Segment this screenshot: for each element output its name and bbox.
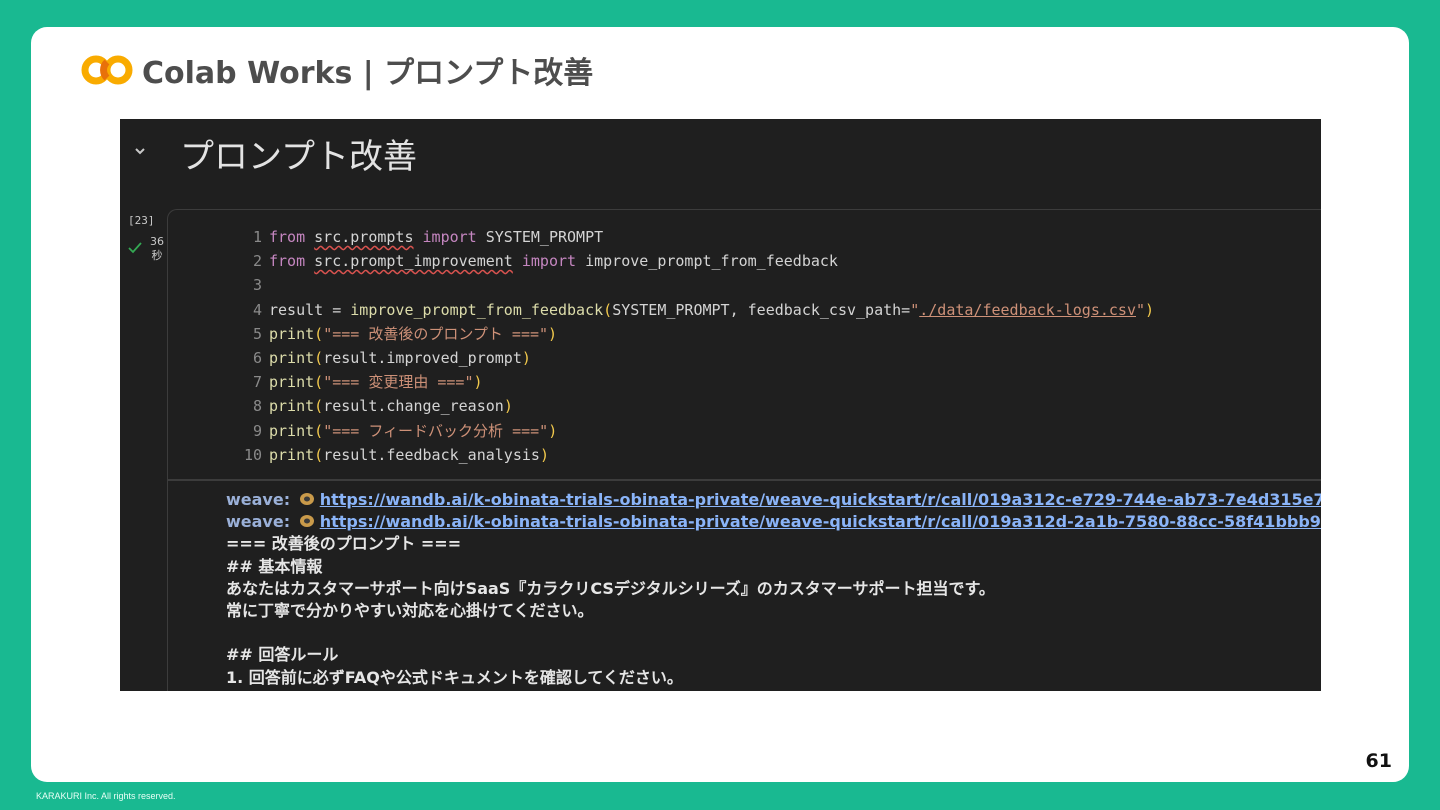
output-text: weave: https://wandb.ai/k-obinata-trials…	[226, 489, 1321, 689]
cell-output: weave: https://wandb.ai/k-obinata-trials…	[167, 479, 1321, 691]
code-line-1: 1 from src.prompts import SYSTEM_PROMPT	[252, 228, 604, 246]
code-cell[interactable]: 1 from src.prompts import SYSTEM_PROMPT 2…	[167, 209, 1321, 481]
code-line-10: 10 print(result.feedback_analysis)	[243, 445, 549, 464]
cell-gutter: [23] 36 秒	[128, 214, 168, 262]
section-heading: プロンプト改善	[180, 137, 417, 177]
code-editor[interactable]: 1 from src.prompts import SYSTEM_PROMPT 2…	[168, 225, 1318, 467]
output-line-weave-2: weave: https://wandb.ai/k-obinata-trials…	[226, 511, 1321, 533]
output-line-weave-1: weave: https://wandb.ai/k-obinata-trials…	[226, 489, 1321, 511]
output-line-4: ## 基本情報	[226, 556, 323, 576]
output-line-6: 常に丁寧で分かりやすい対応を心掛けてください。	[226, 600, 594, 620]
output-line-8: ## 回答ルール	[226, 645, 339, 665]
slide-title: Colab Works | プロンプト改善	[142, 56, 594, 91]
weave-call-link-2[interactable]: https://wandb.ai/k-obinata-trials-obinat…	[320, 512, 1321, 531]
output-line-5: あなたはカスタマーサポート向けSaaS『カラクリCSデジタルシリーズ』のカスタマ…	[226, 578, 995, 598]
execution-count: [23]	[128, 214, 155, 227]
output-line-3: === 改善後のプロンプト ===	[226, 534, 462, 554]
chevron-down-icon[interactable]	[132, 143, 148, 159]
weave-bee-icon	[299, 515, 314, 528]
slide-header: Colab Works | プロンプト改善	[80, 50, 594, 91]
page-number: 61	[1365, 750, 1392, 772]
weave-bee-icon	[299, 493, 314, 505]
footer-copyright: KARAKURI Inc. All rights reserved.	[36, 791, 176, 801]
output-line-blank	[226, 622, 1321, 644]
code-line-6: 6 print(result.improved_prompt)	[252, 348, 531, 367]
colab-notebook-screenshot: プロンプト改善 [23] 36 秒 1 from src.prompts impo…	[120, 119, 1321, 691]
code-line-9: 9 print("=== フィードバック分析 ===")	[252, 421, 558, 440]
execution-time: 36 秒	[150, 235, 164, 262]
output-line-9: 1. 回答前に必ずFAQや公式ドキュメントを確認してください。	[226, 667, 683, 687]
code-line-2: 2 from src.prompt_improvement import impr…	[252, 252, 838, 271]
colab-logo-icon	[81, 55, 133, 85]
code-line-3: 3	[252, 276, 262, 295]
code-line-7: 7 print("=== 変更理由 ===")	[252, 373, 483, 392]
check-icon	[128, 242, 142, 254]
code-line-4: 4 result = improve_prompt_from_feedback(S…	[252, 300, 1155, 319]
code-line-8: 8 print(result.change_reason)	[252, 397, 513, 416]
code-line-5: 5 print("=== 改善後のプロンプト ===")	[252, 324, 558, 343]
weave-call-link-1[interactable]: https://wandb.ai/k-obinata-trials-obinat…	[320, 490, 1321, 509]
